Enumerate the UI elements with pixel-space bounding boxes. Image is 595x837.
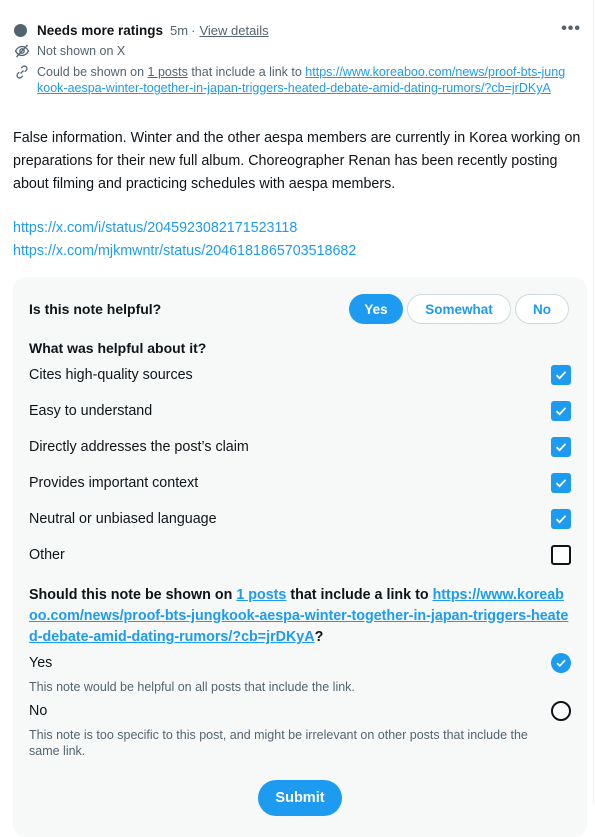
posts-link[interactable]: 1 posts: [148, 65, 188, 79]
checkbox-unchecked-icon[interactable]: [551, 545, 571, 565]
show-question-prefix: Should this note be shown on: [29, 587, 233, 603]
rating-panel: Is this note helpful? Yes Somewhat No Wh…: [13, 277, 587, 837]
note-text: False information. Winter and the other …: [13, 130, 581, 192]
checkbox-checked-icon[interactable]: [551, 473, 571, 493]
reason-label: Easy to understand: [29, 403, 153, 419]
could-be-shown-middle: that include a link to: [191, 65, 302, 79]
note-card: Needs more ratings 5m · View details •••…: [0, 0, 594, 837]
reason-row[interactable]: Easy to understand: [29, 401, 571, 421]
checkbox-checked-icon[interactable]: [551, 509, 571, 529]
more-options-icon[interactable]: •••: [561, 20, 581, 38]
submit-button[interactable]: Submit: [258, 780, 342, 816]
show-option-description: This note is too specific to this post, …: [29, 728, 528, 758]
show-on-posts-question: Should this note be shown on 1 posts tha…: [29, 585, 569, 648]
show-option-description: This note would be helpful on all posts …: [29, 680, 355, 694]
reason-label: Other: [29, 547, 65, 563]
reason-label: Neutral or unbiased language: [29, 511, 217, 527]
show-option-no[interactable]: No: [29, 701, 571, 721]
show-option-label: No: [29, 703, 48, 719]
not-shown-row: Not shown on X: [14, 43, 125, 59]
eye-off-icon: [14, 44, 30, 58]
show-question-suffix: ?: [314, 629, 324, 645]
status-dot-icon: [14, 23, 27, 37]
separator: ·: [191, 22, 196, 38]
source-link-2[interactable]: https://x.com/mjkmwntr/status/2046181865…: [13, 240, 356, 263]
radio-unselected-icon[interactable]: [551, 701, 571, 721]
show-posts-link[interactable]: 1 posts: [236, 587, 286, 603]
reason-row[interactable]: Other: [29, 545, 571, 565]
checkbox-checked-icon[interactable]: [551, 365, 571, 385]
status-title: Needs more ratings: [37, 22, 164, 38]
time-ago: 5m: [170, 22, 189, 38]
could-be-shown-text: Could be shown on 1 posts that include a…: [37, 64, 567, 96]
reason-row[interactable]: Neutral or unbiased language: [29, 509, 571, 529]
reason-row[interactable]: Directly addresses the post’s claim: [29, 437, 571, 457]
could-be-shown-row: Could be shown on 1 posts that include a…: [14, 64, 567, 96]
show-option-label: Yes: [29, 655, 53, 671]
reason-row[interactable]: Cites high-quality sources: [29, 365, 571, 385]
somewhat-button[interactable]: Somewhat: [407, 294, 511, 324]
view-details-link[interactable]: View details: [199, 23, 268, 38]
helpful-question: Is this note helpful?: [29, 301, 162, 317]
radio-selected-icon[interactable]: [551, 653, 571, 673]
no-button[interactable]: No: [515, 294, 569, 324]
could-be-shown-prefix: Could be shown on: [37, 65, 145, 79]
reason-label: Cites high-quality sources: [29, 367, 193, 383]
reason-label: Provides important context: [29, 475, 199, 491]
yes-button[interactable]: Yes: [349, 294, 403, 324]
checkbox-checked-icon[interactable]: [551, 437, 571, 457]
show-option-yes[interactable]: Yes: [29, 653, 571, 673]
source-link-1[interactable]: https://x.com/i/status/20459230821715231…: [13, 217, 356, 240]
note-status-header: Needs more ratings 5m · View details: [14, 21, 269, 39]
reason-label: Directly addresses the post’s claim: [29, 439, 249, 455]
show-question-middle: that include a link to: [290, 587, 429, 603]
not-shown-text: Not shown on X: [37, 44, 126, 58]
checkbox-checked-icon[interactable]: [551, 401, 571, 421]
helpful-reasons-question: What was helpful about it?: [29, 340, 207, 356]
link-icon: [16, 65, 28, 79]
reason-row[interactable]: Provides important context: [29, 473, 571, 493]
note-links: https://x.com/i/status/20459230821715231…: [13, 217, 356, 263]
